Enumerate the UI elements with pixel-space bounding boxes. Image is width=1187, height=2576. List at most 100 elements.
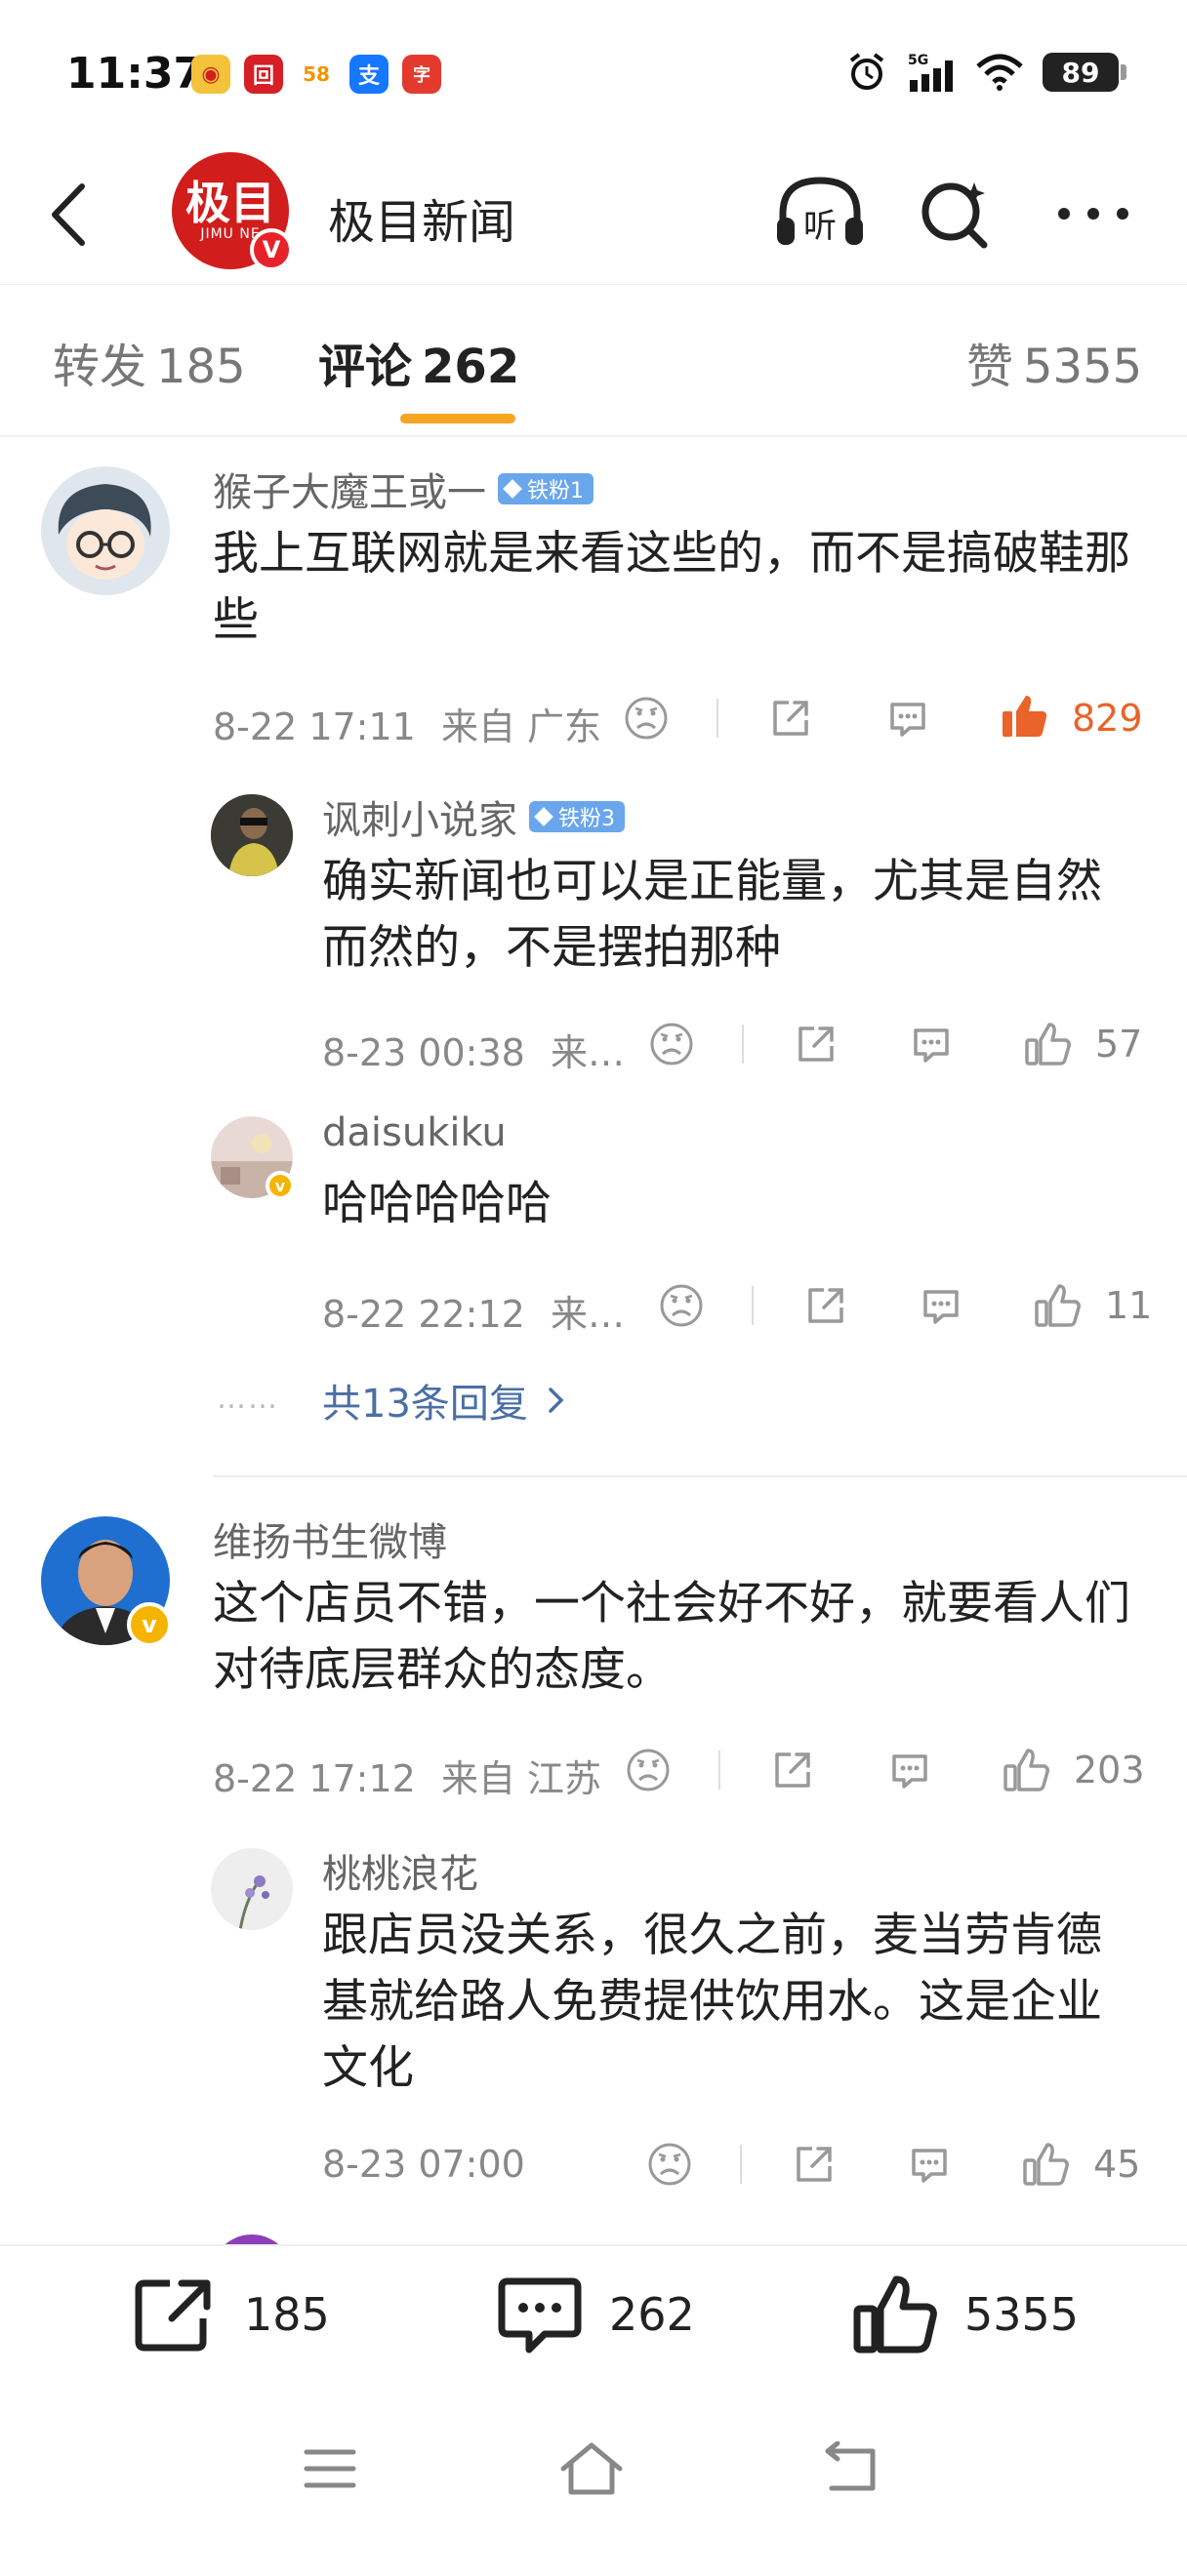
username[interactable]: 猴子大魔王或一 (213, 461, 486, 517)
share-button[interactable] (787, 2137, 841, 2192)
like-button[interactable] (1019, 1015, 1078, 1073)
reply-button[interactable] (880, 691, 935, 745)
news-app-icon: 字 (402, 55, 441, 94)
avatar[interactable]: v (41, 1516, 172, 1647)
reply-author[interactable]: 讽刺小说家 铁粉3 (322, 788, 625, 845)
tab-comment[interactable]: 评论 262 (318, 328, 519, 396)
thumbs-up-filled-icon (1003, 696, 1047, 737)
diamond-icon (503, 479, 522, 499)
username[interactable]: 讽刺小说家 (322, 788, 517, 845)
home-nav-button[interactable] (543, 2430, 640, 2508)
frown-face-icon (660, 1284, 703, 1327)
tab-like[interactable]: 赞 5355 (966, 328, 1142, 396)
back-nav-button[interactable] (802, 2430, 900, 2508)
more-replies-link[interactable]: 共13条回复 (322, 1372, 571, 1429)
like-button[interactable] (1017, 2135, 1076, 2194)
reply-location: 来… (550, 1031, 625, 1074)
thumbs-up-icon (1003, 1749, 1049, 1791)
avatar[interactable]: v (211, 1116, 295, 1200)
repost-button[interactable]: 185 (131, 2275, 330, 2354)
like-count: 57 (1095, 1023, 1143, 1066)
svg-text:听: 听 (803, 207, 837, 246)
username[interactable]: 桃桃浪花 (322, 1842, 478, 1899)
tab-repost[interactable]: 转发 185 (53, 328, 246, 396)
more-replies-label[interactable]: 共13条回复 (322, 1372, 528, 1429)
comment-location: 来自 江苏 (440, 1757, 602, 1800)
reply-meta: 8-22 22:12 来… (322, 1284, 625, 1338)
divider (718, 1751, 720, 1790)
divider (742, 1025, 744, 1064)
avatar[interactable] (211, 794, 293, 876)
headphones-icon: 听 (777, 177, 863, 246)
search-button[interactable] (906, 170, 1003, 258)
reply-text: 跟店员没关系，很久之前，麦当劳肯德基就给路人免费提供饮用水。这是企业文化 (322, 1909, 1102, 2095)
menu-nav-button[interactable] (281, 2430, 379, 2508)
reply-button[interactable] (904, 1017, 959, 1071)
avatar[interactable] (211, 2234, 293, 2244)
like-button[interactable] (1029, 1276, 1087, 1335)
comment-author[interactable]: 维扬书生微博 (213, 1510, 447, 1567)
dislike-button[interactable] (644, 1017, 699, 1071)
avatar[interactable] (211, 1848, 293, 1930)
share-button[interactable] (765, 1743, 820, 1797)
share-button[interactable] (789, 1017, 843, 1071)
share-icon (798, 1026, 834, 1062)
comment-bubble-icon (892, 1754, 927, 1789)
menu-icon (304, 2449, 356, 2488)
comment-author[interactable]: 猴子大魔王或一 铁粉1 (213, 461, 594, 517)
dislike-button[interactable] (619, 691, 674, 745)
account-avatar[interactable]: 极目 JIMU NE V (172, 152, 293, 271)
dislike-button[interactable] (642, 2137, 697, 2192)
like-button[interactable]: 5355 (851, 2275, 1079, 2354)
system-nav-bar (0, 2381, 1187, 2576)
cartoon-avatar-icon (41, 466, 170, 595)
tab-bar: 转发 185 评论 262 赞 5355 (0, 285, 1187, 437)
svg-text:5G: 5G (908, 53, 928, 68)
fan-badge: 铁粉3 (529, 801, 625, 832)
tab-like-label: 赞 (966, 340, 1014, 394)
share-button[interactable] (798, 1278, 853, 1333)
58-icon: 58 (297, 55, 336, 94)
comment-button[interactable]: 262 (496, 2275, 695, 2354)
comment-count: 262 (609, 2288, 695, 2341)
wifi-icon (976, 54, 1023, 91)
bottom-action-bar: 185 262 5355 (0, 2244, 1187, 2381)
reply-button[interactable] (902, 2137, 957, 2192)
avatar[interactable] (41, 466, 170, 595)
dislike-button[interactable] (654, 1278, 709, 1333)
comment-meta: 8-22 17:11 来自 广东 (213, 697, 601, 750)
reply-button[interactable] (882, 1743, 937, 1797)
like-button[interactable] (998, 1741, 1056, 1799)
reply-author[interactable]: daisukiku (322, 1110, 507, 1155)
tab-repost-label: 转发 (53, 340, 147, 394)
listen-button[interactable]: 听 (771, 170, 869, 258)
home-icon (560, 2442, 623, 2495)
repost-count: 185 (244, 2288, 330, 2341)
thumbs-up-icon (1023, 2143, 1069, 2186)
frown-face-icon (648, 2143, 691, 2186)
like-count: 45 (1093, 2143, 1141, 2186)
share-icon (797, 2147, 832, 2182)
fan-badge-label: 铁粉3 (558, 807, 615, 831)
more-button[interactable] (1044, 170, 1142, 258)
username[interactable]: 维扬书生微博 (213, 1510, 447, 1567)
back-button[interactable] (39, 176, 98, 254)
share-icon (135, 2279, 211, 2352)
share-button[interactable] (763, 691, 818, 745)
comment-text: 这个店员不错，一个社会好不好，就要看人们对待底层群众的态度。 (213, 1577, 1130, 1697)
active-tab-indicator (400, 414, 515, 423)
comment-bubble-icon (890, 703, 925, 737)
chevron-right-icon (549, 1388, 564, 1413)
verified-icon: v (127, 1602, 172, 1647)
dislike-button[interactable] (621, 1743, 675, 1797)
status-bar: 11:37 ◉ 回 58 支 字 5G 89 (0, 0, 1187, 146)
more-replies-dots: …… (217, 1382, 279, 1416)
like-button[interactable] (996, 687, 1054, 745)
reply-meta: 8-23 00:38 来… (322, 1023, 625, 1076)
reply-author[interactable]: 桃桃浪花 (322, 1842, 478, 1899)
comment-meta: 8-22 17:12 来自 江苏 (213, 1749, 601, 1802)
reply-button[interactable] (914, 1278, 968, 1333)
divider (740, 2145, 742, 2184)
logo-text: 极目 (185, 177, 275, 229)
username[interactable]: daisukiku (322, 1110, 507, 1155)
